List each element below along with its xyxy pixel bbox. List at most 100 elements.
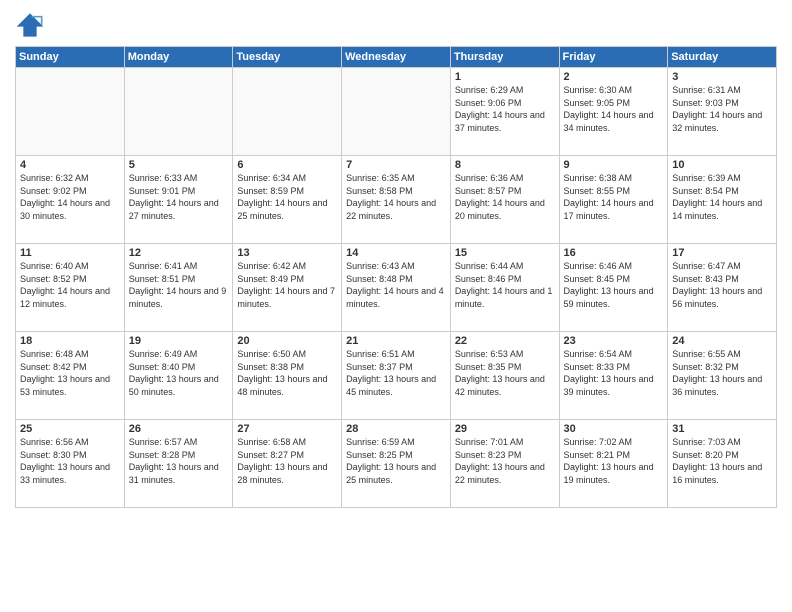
day-info: Sunrise: 6:43 AMSunset: 8:48 PMDaylight:… (346, 260, 446, 310)
day-cell: 14Sunrise: 6:43 AMSunset: 8:48 PMDayligh… (342, 244, 451, 332)
day-number: 8 (455, 159, 555, 171)
day-cell: 25Sunrise: 6:56 AMSunset: 8:30 PMDayligh… (16, 420, 125, 508)
day-cell: 29Sunrise: 7:01 AMSunset: 8:23 PMDayligh… (450, 420, 559, 508)
day-cell (124, 68, 233, 156)
day-cell: 22Sunrise: 6:53 AMSunset: 8:35 PMDayligh… (450, 332, 559, 420)
page: Sunday Monday Tuesday Wednesday Thursday… (0, 0, 792, 612)
day-info: Sunrise: 6:34 AMSunset: 8:59 PMDaylight:… (237, 172, 337, 222)
day-info: Sunrise: 6:40 AMSunset: 8:52 PMDaylight:… (20, 260, 120, 310)
day-info: Sunrise: 6:47 AMSunset: 8:43 PMDaylight:… (672, 260, 772, 310)
logo (15, 10, 49, 40)
day-cell: 26Sunrise: 6:57 AMSunset: 8:28 PMDayligh… (124, 420, 233, 508)
week-row-2: 4Sunrise: 6:32 AMSunset: 9:02 PMDaylight… (16, 156, 777, 244)
day-cell: 5Sunrise: 6:33 AMSunset: 9:01 PMDaylight… (124, 156, 233, 244)
day-info: Sunrise: 6:30 AMSunset: 9:05 PMDaylight:… (564, 84, 664, 134)
day-cell: 16Sunrise: 6:46 AMSunset: 8:45 PMDayligh… (559, 244, 668, 332)
day-number: 15 (455, 247, 555, 259)
day-info: Sunrise: 6:32 AMSunset: 9:02 PMDaylight:… (20, 172, 120, 222)
day-info: Sunrise: 6:31 AMSunset: 9:03 PMDaylight:… (672, 84, 772, 134)
day-cell: 19Sunrise: 6:49 AMSunset: 8:40 PMDayligh… (124, 332, 233, 420)
calendar-table: Sunday Monday Tuesday Wednesday Thursday… (15, 46, 777, 508)
day-cell: 27Sunrise: 6:58 AMSunset: 8:27 PMDayligh… (233, 420, 342, 508)
col-wednesday: Wednesday (342, 47, 451, 68)
day-number: 2 (564, 71, 664, 83)
day-number: 13 (237, 247, 337, 259)
day-info: Sunrise: 6:39 AMSunset: 8:54 PMDaylight:… (672, 172, 772, 222)
day-number: 22 (455, 335, 555, 347)
day-number: 10 (672, 159, 772, 171)
day-info: Sunrise: 6:55 AMSunset: 8:32 PMDaylight:… (672, 348, 772, 398)
day-info: Sunrise: 6:50 AMSunset: 8:38 PMDaylight:… (237, 348, 337, 398)
day-number: 20 (237, 335, 337, 347)
day-number: 11 (20, 247, 120, 259)
day-cell: 13Sunrise: 6:42 AMSunset: 8:49 PMDayligh… (233, 244, 342, 332)
col-friday: Friday (559, 47, 668, 68)
day-info: Sunrise: 7:03 AMSunset: 8:20 PMDaylight:… (672, 436, 772, 486)
day-cell: 30Sunrise: 7:02 AMSunset: 8:21 PMDayligh… (559, 420, 668, 508)
day-cell: 21Sunrise: 6:51 AMSunset: 8:37 PMDayligh… (342, 332, 451, 420)
day-number: 6 (237, 159, 337, 171)
day-info: Sunrise: 6:33 AMSunset: 9:01 PMDaylight:… (129, 172, 229, 222)
day-number: 26 (129, 423, 229, 435)
day-number: 27 (237, 423, 337, 435)
day-info: Sunrise: 6:36 AMSunset: 8:57 PMDaylight:… (455, 172, 555, 222)
day-cell: 8Sunrise: 6:36 AMSunset: 8:57 PMDaylight… (450, 156, 559, 244)
day-info: Sunrise: 6:41 AMSunset: 8:51 PMDaylight:… (129, 260, 229, 310)
day-info: Sunrise: 6:54 AMSunset: 8:33 PMDaylight:… (564, 348, 664, 398)
day-cell: 12Sunrise: 6:41 AMSunset: 8:51 PMDayligh… (124, 244, 233, 332)
col-monday: Monday (124, 47, 233, 68)
day-number: 28 (346, 423, 446, 435)
day-cell: 23Sunrise: 6:54 AMSunset: 8:33 PMDayligh… (559, 332, 668, 420)
header (15, 10, 777, 40)
day-number: 30 (564, 423, 664, 435)
day-number: 14 (346, 247, 446, 259)
day-cell: 3Sunrise: 6:31 AMSunset: 9:03 PMDaylight… (668, 68, 777, 156)
week-row-1: 1Sunrise: 6:29 AMSunset: 9:06 PMDaylight… (16, 68, 777, 156)
day-info: Sunrise: 7:02 AMSunset: 8:21 PMDaylight:… (564, 436, 664, 486)
logo-icon (15, 10, 45, 40)
day-cell: 11Sunrise: 6:40 AMSunset: 8:52 PMDayligh… (16, 244, 125, 332)
day-cell: 31Sunrise: 7:03 AMSunset: 8:20 PMDayligh… (668, 420, 777, 508)
day-cell: 1Sunrise: 6:29 AMSunset: 9:06 PMDaylight… (450, 68, 559, 156)
day-info: Sunrise: 6:57 AMSunset: 8:28 PMDaylight:… (129, 436, 229, 486)
day-info: Sunrise: 6:44 AMSunset: 8:46 PMDaylight:… (455, 260, 555, 310)
day-number: 24 (672, 335, 772, 347)
day-info: Sunrise: 6:29 AMSunset: 9:06 PMDaylight:… (455, 84, 555, 134)
week-row-4: 18Sunrise: 6:48 AMSunset: 8:42 PMDayligh… (16, 332, 777, 420)
day-cell: 20Sunrise: 6:50 AMSunset: 8:38 PMDayligh… (233, 332, 342, 420)
day-info: Sunrise: 6:46 AMSunset: 8:45 PMDaylight:… (564, 260, 664, 310)
week-row-5: 25Sunrise: 6:56 AMSunset: 8:30 PMDayligh… (16, 420, 777, 508)
day-info: Sunrise: 6:42 AMSunset: 8:49 PMDaylight:… (237, 260, 337, 310)
day-number: 25 (20, 423, 120, 435)
day-number: 16 (564, 247, 664, 259)
day-cell: 15Sunrise: 6:44 AMSunset: 8:46 PMDayligh… (450, 244, 559, 332)
col-sunday: Sunday (16, 47, 125, 68)
day-cell (233, 68, 342, 156)
day-info: Sunrise: 6:58 AMSunset: 8:27 PMDaylight:… (237, 436, 337, 486)
day-info: Sunrise: 6:56 AMSunset: 8:30 PMDaylight:… (20, 436, 120, 486)
day-number: 21 (346, 335, 446, 347)
day-number: 1 (455, 71, 555, 83)
day-number: 3 (672, 71, 772, 83)
day-info: Sunrise: 6:38 AMSunset: 8:55 PMDaylight:… (564, 172, 664, 222)
day-number: 5 (129, 159, 229, 171)
day-info: Sunrise: 7:01 AMSunset: 8:23 PMDaylight:… (455, 436, 555, 486)
day-number: 31 (672, 423, 772, 435)
week-row-3: 11Sunrise: 6:40 AMSunset: 8:52 PMDayligh… (16, 244, 777, 332)
day-cell: 6Sunrise: 6:34 AMSunset: 8:59 PMDaylight… (233, 156, 342, 244)
day-number: 19 (129, 335, 229, 347)
day-cell: 10Sunrise: 6:39 AMSunset: 8:54 PMDayligh… (668, 156, 777, 244)
day-cell: 17Sunrise: 6:47 AMSunset: 8:43 PMDayligh… (668, 244, 777, 332)
day-cell: 2Sunrise: 6:30 AMSunset: 9:05 PMDaylight… (559, 68, 668, 156)
day-number: 12 (129, 247, 229, 259)
day-info: Sunrise: 6:53 AMSunset: 8:35 PMDaylight:… (455, 348, 555, 398)
day-number: 4 (20, 159, 120, 171)
day-number: 29 (455, 423, 555, 435)
day-info: Sunrise: 6:49 AMSunset: 8:40 PMDaylight:… (129, 348, 229, 398)
day-info: Sunrise: 6:51 AMSunset: 8:37 PMDaylight:… (346, 348, 446, 398)
day-number: 18 (20, 335, 120, 347)
col-saturday: Saturday (668, 47, 777, 68)
day-cell: 7Sunrise: 6:35 AMSunset: 8:58 PMDaylight… (342, 156, 451, 244)
day-cell: 24Sunrise: 6:55 AMSunset: 8:32 PMDayligh… (668, 332, 777, 420)
header-row: Sunday Monday Tuesday Wednesday Thursday… (16, 47, 777, 68)
